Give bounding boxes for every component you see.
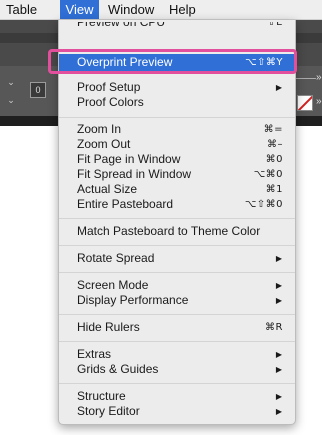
submenu-arrow-icon: ▶ [275,83,282,92]
menu-item-shortcut: ⌥⌘0 [253,169,283,180]
menu-item-label: Proof Setup [77,80,141,94]
menu-item-hide-rulers[interactable]: Hide Rulers ⌘R [59,320,295,335]
menu-item-label: Display Performance [77,293,189,307]
menu-item-label: Rotate Spread [77,251,155,265]
menu-item-fit-page[interactable]: Fit Page in Window ⌘0 [59,152,295,167]
stepper-up-icon[interactable]: ⌄ [5,76,17,88]
submenu-arrow-icon: ▶ [275,350,282,359]
submenu-arrow-icon: ▶ [275,296,282,305]
menu-item-entire-pasteboard[interactable]: Entire Pasteboard ⌥⇧⌘0 [59,197,295,212]
menubar-table[interactable]: Table [6,0,37,19]
menu-item-label: Story Editor [77,404,140,418]
menu-separator [59,383,295,384]
menu-item-grids-guides[interactable]: Grids & Guides ▶ [59,362,295,377]
menu-item-shortcut: ⌘1 [265,184,283,195]
menu-separator [59,117,295,118]
panel-expand-icon-2[interactable]: » [316,96,322,107]
menu-item-label: Proof Colors [77,95,144,109]
menu-item-extras[interactable]: Extras ▶ [59,347,295,362]
menu-item-label: Zoom In [77,122,122,136]
value-field[interactable]: 0 [30,82,46,98]
menu-separator [59,314,295,315]
menu-item-zoom-in[interactable]: Zoom In ⌘= [59,122,295,137]
menu-item-label: Fit Page in Window [77,152,181,166]
menu-separator [59,245,295,246]
menu-item-label: Fit Spread in Window [77,167,192,181]
menu-item-label: Extras [77,347,112,361]
menubar-view[interactable]: View [60,0,99,19]
menu-separator [59,218,295,219]
menu-item-label: Preview on CPU [77,22,166,29]
menu-item-fit-spread[interactable]: Fit Spread in Window ⌥⌘0 [59,167,295,182]
menu-item-label: Actual Size [77,182,138,196]
menu-item-shortcut: ⌥⇧⌘0 [244,199,283,210]
menu-item-label: Entire Pasteboard [77,197,174,211]
menu-item-label: Hide Rulers [77,320,140,334]
menu-item-story-editor[interactable]: Story Editor ▶ [59,404,295,419]
highlight-callout-box [48,49,297,74]
menu-separator [59,272,295,273]
submenu-arrow-icon: ▶ [275,365,282,374]
menu-item-display-performance[interactable]: Display Performance ▶ [59,293,295,308]
menu-item-label: Grids & Guides [77,362,159,376]
menu-item-shortcut: ⌘R [265,322,283,333]
menu-item-rotate-spread[interactable]: Rotate Spread ▶ [59,251,295,266]
menu-item-label: Structure [77,389,126,403]
menubar-help[interactable]: Help [169,0,196,19]
submenu-arrow-icon: ▶ [275,407,282,416]
menu-item-proof-colors[interactable]: Proof Colors [59,95,295,110]
menu-item-label: Zoom Out [77,137,131,151]
menu-item-shortcut: ⌘– [267,139,283,150]
menu-item-actual-size[interactable]: Actual Size ⌘1 [59,182,295,197]
menu-item-proof-setup[interactable]: Proof Setup ▶ [59,80,295,95]
menu-item-preview-cpu[interactable]: Preview on CPU ⇧E [59,22,295,30]
menu-item-screen-mode[interactable]: Screen Mode ▶ [59,278,295,293]
menu-item-structure[interactable]: Structure ▶ [59,389,295,404]
stepper-down-icon[interactable]: ⌄ [5,94,17,106]
menubar-window[interactable]: Window [108,0,154,19]
menu-item-zoom-out[interactable]: Zoom Out ⌘– [59,137,295,152]
view-menu-dropdown: Preview on CPU ⇧E Overprint Preview ⌥⇧⌘Y… [58,20,296,425]
stroke-none-swatch-icon[interactable] [297,95,313,111]
stroke-line [296,78,316,79]
menu-item-shortcut: ⇧E [267,22,283,28]
submenu-arrow-icon: ▶ [275,281,282,290]
menu-bar: Table View Window Help [0,0,322,20]
menu-item-match-pasteboard[interactable]: Match Pasteboard to Theme Color [59,224,295,239]
menu-item-shortcut: ⌘0 [265,154,283,165]
panel-expand-icon[interactable]: » [316,72,322,83]
menu-item-shortcut: ⌘= [263,124,283,135]
menu-separator [59,341,295,342]
menu-item-label: Screen Mode [77,278,149,292]
submenu-arrow-icon: ▶ [275,392,282,401]
submenu-arrow-icon: ▶ [275,254,282,263]
menu-item-label: Match Pasteboard to Theme Color [77,224,261,238]
